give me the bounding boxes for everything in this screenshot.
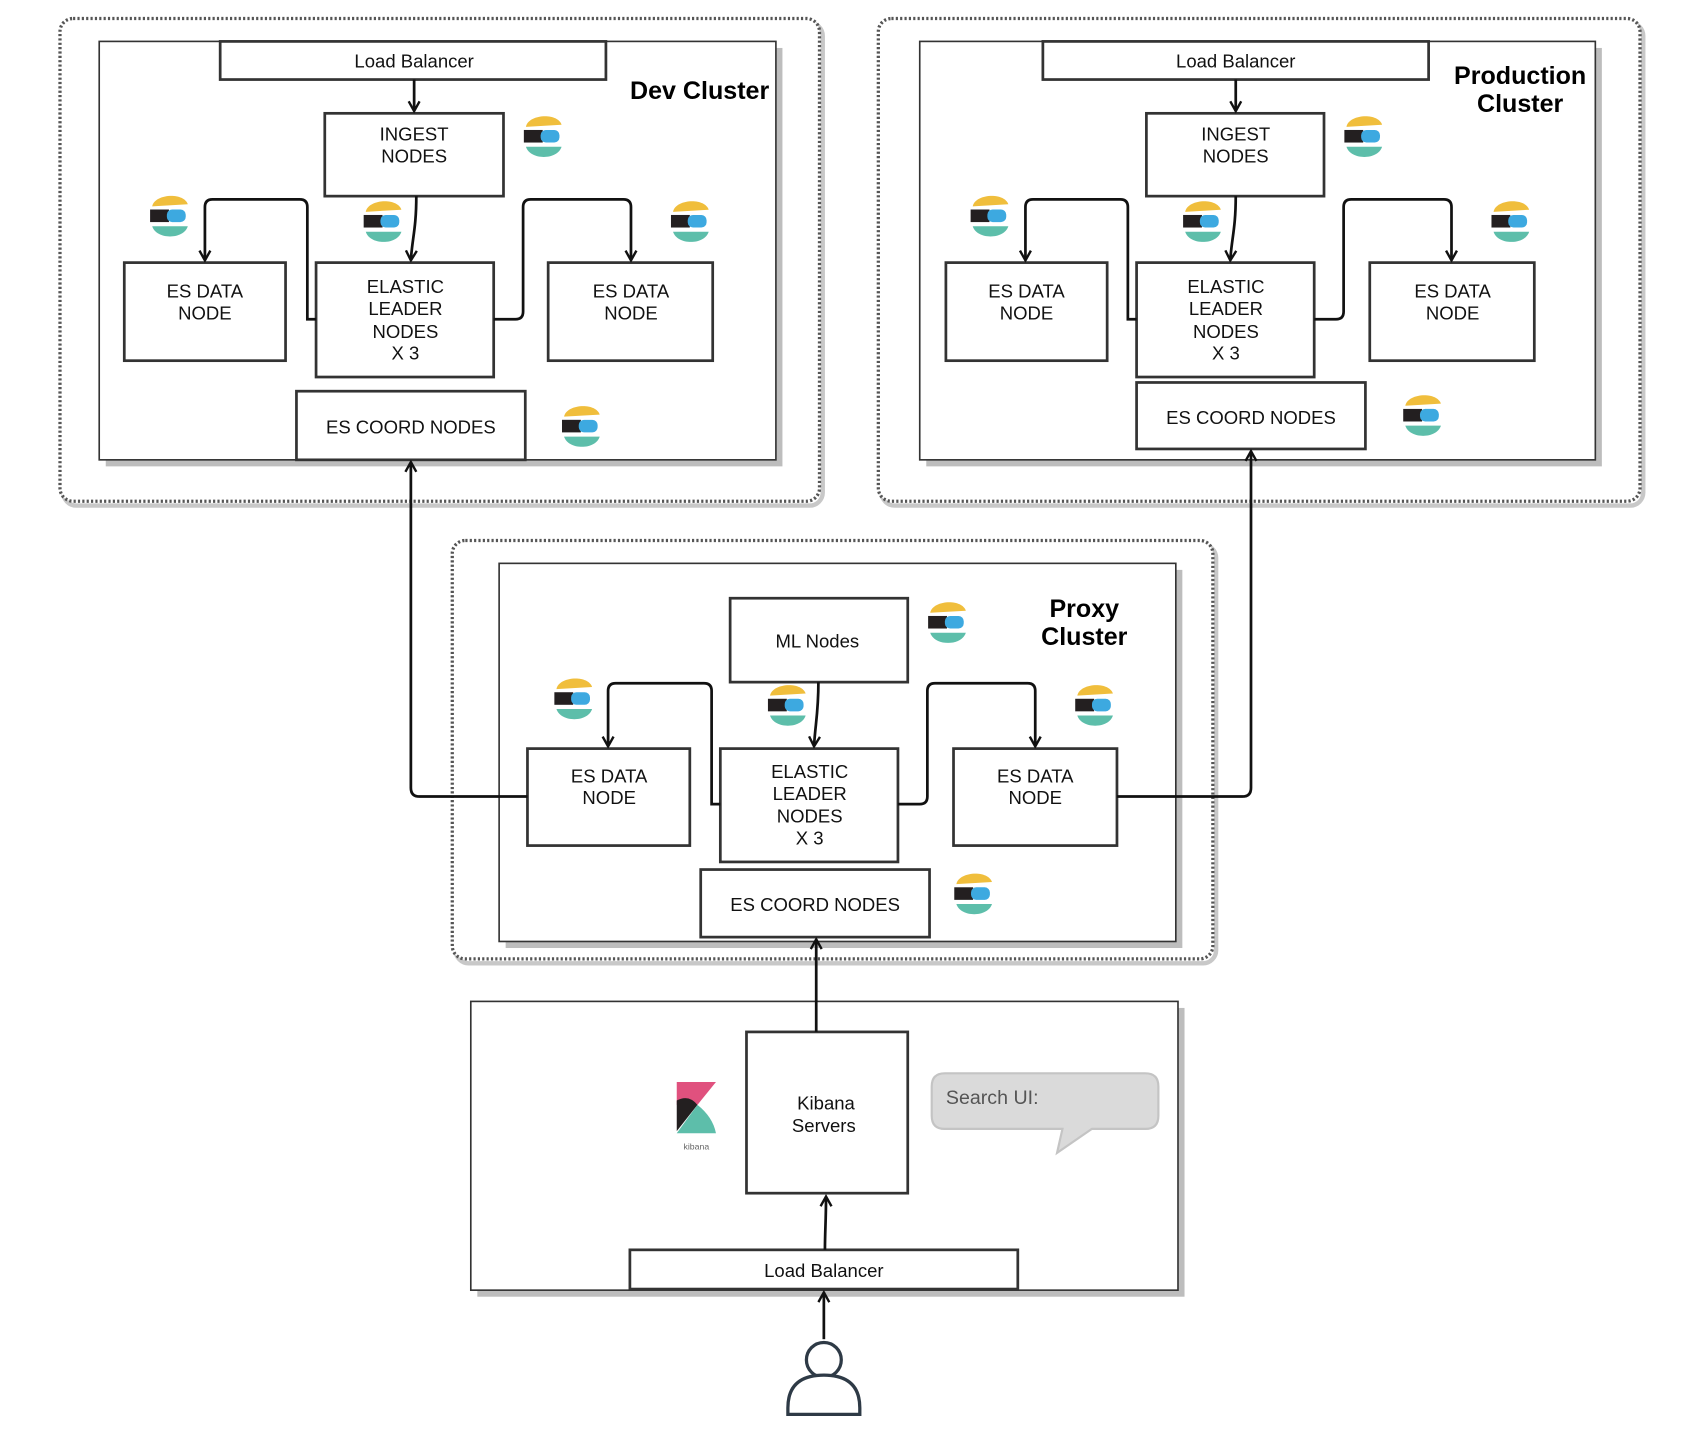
svg-text:NODE: NODE [582, 787, 636, 808]
prod-leader-nodes[interactable]: ELASTIC LEADER NODES X 3 [1135, 261, 1316, 379]
elasticsearch-logo-icon [767, 685, 806, 726]
dev-leader-nodes[interactable]: ELASTIC LEADER NODES X 3 [314, 261, 496, 379]
svg-text:ES DATA: ES DATA [593, 280, 670, 301]
elasticsearch-logo-icon [1183, 201, 1221, 242]
svg-text:NODE: NODE [1000, 302, 1054, 323]
svg-text:ML Nodes: ML Nodes [775, 630, 859, 651]
dev-es-data-node-left[interactable]: ES DATA NODE [122, 261, 287, 363]
elasticsearch-logo-icon [1344, 116, 1383, 157]
svg-text:NODES: NODES [381, 145, 447, 166]
svg-text:LEADER: LEADER [773, 783, 847, 804]
dev-ingest-nodes[interactable]: INGEST NODES [323, 111, 505, 198]
svg-text:Kibana: Kibana [797, 1092, 855, 1113]
svg-text:ELASTIC: ELASTIC [771, 761, 848, 782]
proxy-cluster-title: Proxy [1049, 595, 1119, 623]
svg-text:ELASTIC: ELASTIC [1187, 276, 1264, 297]
dev-coord-nodes[interactable]: ES COORD NODES [295, 389, 527, 462]
svg-text:INGEST: INGEST [380, 124, 449, 145]
svg-text:NODE: NODE [178, 302, 232, 323]
elasticsearch-logo-icon [523, 116, 562, 157]
proxy-cluster-title: Cluster [1041, 623, 1128, 651]
dev-es-data-node-right[interactable]: ES DATA NODE [546, 261, 715, 363]
svg-text:LEADER: LEADER [1189, 298, 1263, 319]
svg-text:Servers: Servers [792, 1115, 856, 1136]
svg-text:LEADER: LEADER [368, 298, 442, 319]
dev-load-balancer[interactable]: Load Balancer [218, 40, 608, 81]
elasticsearch-logo-icon [954, 873, 992, 915]
svg-text:NODES: NODES [1203, 145, 1269, 166]
svg-text:ELASTIC: ELASTIC [367, 276, 444, 297]
svg-text:NODES: NODES [777, 806, 843, 827]
proxy-es-data-node-right[interactable]: ES DATA NODE [952, 747, 1119, 847]
svg-text:ES DATA: ES DATA [571, 765, 648, 786]
svg-text:NODE: NODE [1426, 302, 1480, 323]
elasticsearch-logo-icon [150, 195, 188, 237]
production-cluster-title: Cluster [1477, 90, 1564, 118]
production-cluster-title: Production [1454, 62, 1586, 90]
elasticsearch-logo-icon [970, 195, 1009, 237]
elasticsearch-logo-icon [554, 678, 593, 720]
svg-text:NODES: NODES [1193, 321, 1259, 342]
elasticsearch-logo-icon [1403, 395, 1441, 436]
svg-text:ES DATA: ES DATA [1414, 280, 1491, 301]
frontend-load-balancer[interactable]: Load Balancer [628, 1248, 1020, 1291]
elasticsearch-logo-icon [561, 406, 600, 447]
prod-coord-nodes[interactable]: ES COORD NODES [1135, 381, 1367, 451]
frontend-tier: Kibana Servers kibana Search UI: Load Ba… [469, 1000, 1185, 1297]
elasticsearch-logo-icon [363, 201, 402, 242]
architecture-diagram: Dev Cluster Load Balancer INGEST NODES E… [58, 16, 1646, 1417]
prod-ingest-nodes[interactable]: INGEST NODES [1145, 111, 1326, 198]
proxy-leader-nodes[interactable]: ELASTIC LEADER NODES X 3 [718, 747, 900, 864]
svg-text:X 3: X 3 [796, 827, 824, 848]
svg-text:NODE: NODE [1008, 787, 1062, 808]
svg-text:ES COORD NODES: ES COORD NODES [730, 894, 900, 915]
svg-text:INGEST: INGEST [1201, 124, 1270, 145]
proxy-ml-nodes[interactable]: ML Nodes [728, 596, 910, 684]
svg-text:NODE: NODE [604, 302, 658, 323]
proxy-es-data-node-left[interactable]: ES DATA NODE [526, 747, 692, 847]
prod-es-data-node-left[interactable]: ES DATA NODE [944, 261, 1109, 363]
elasticsearch-logo-icon [1491, 201, 1530, 242]
svg-text:Load Balancer: Load Balancer [354, 51, 473, 72]
dev-cluster: Dev Cluster Load Balancer INGEST NODES E… [58, 16, 825, 508]
svg-text:Search UI:: Search UI: [946, 1087, 1039, 1109]
svg-text:Load Balancer: Load Balancer [764, 1260, 883, 1281]
elasticsearch-logo-icon [928, 602, 966, 643]
kibana-servers[interactable]: Kibana Servers [745, 1030, 910, 1195]
svg-text:ES COORD NODES: ES COORD NODES [326, 417, 496, 438]
svg-text:ES DATA: ES DATA [167, 280, 244, 301]
production-cluster: Production Cluster Load Balancer INGEST … [876, 16, 1646, 508]
svg-text:Load Balancer: Load Balancer [1176, 51, 1295, 72]
prod-es-data-node-right[interactable]: ES DATA NODE [1368, 261, 1536, 363]
svg-text:ES DATA: ES DATA [997, 765, 1074, 786]
svg-text:X 3: X 3 [1212, 343, 1240, 364]
user-icon [786, 1340, 862, 1417]
svg-text:kibana: kibana [684, 1142, 710, 1152]
svg-text:ES COORD NODES: ES COORD NODES [1166, 407, 1336, 428]
proxy-cluster: Proxy Cluster ML Nodes ES DATA NODE ELAS… [450, 538, 1219, 966]
elasticsearch-logo-icon [670, 201, 709, 242]
svg-text:NODES: NODES [372, 321, 438, 342]
prod-load-balancer[interactable]: Load Balancer [1041, 40, 1430, 81]
proxy-coord-nodes[interactable]: ES COORD NODES [699, 868, 931, 939]
svg-text:ES DATA: ES DATA [988, 280, 1065, 301]
elasticsearch-logo-icon [1075, 685, 1113, 726]
dev-cluster-title: Dev Cluster [630, 77, 769, 105]
svg-text:X 3: X 3 [392, 343, 420, 364]
